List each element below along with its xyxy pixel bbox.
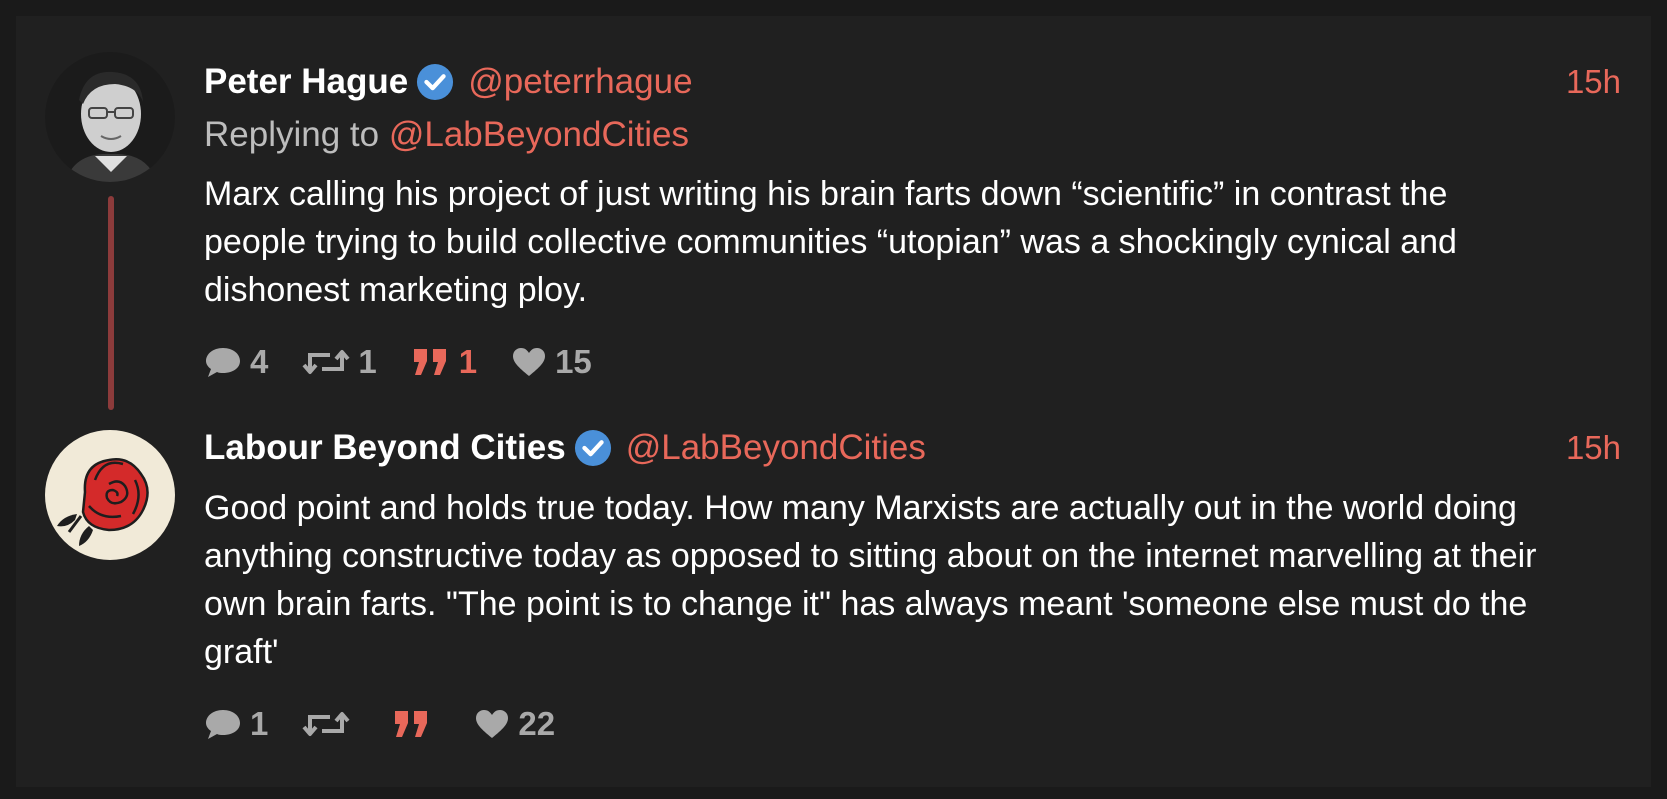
retweet-icon (302, 350, 350, 374)
author-handle[interactable]: @peterrhague (468, 62, 692, 102)
like-button[interactable]: 22 (474, 705, 555, 743)
speech-bubble-icon (206, 710, 240, 739)
author-name[interactable]: Labour Beyond Cities (204, 428, 566, 468)
quote-icon (395, 711, 428, 737)
tweet-text: Good point and holds true today. How man… (204, 489, 1537, 671)
avatar-labour-beyond-cities[interactable] (45, 430, 175, 560)
quote-icon (413, 349, 446, 375)
reply-count: 1 (250, 705, 269, 742)
like-count: 22 (518, 705, 556, 742)
retweet-count: 1 (358, 343, 377, 380)
tweet-timestamp[interactable]: 15h (1566, 63, 1621, 101)
author-handle[interactable]: @LabBeyondCities (626, 428, 926, 468)
reply-count: 4 (250, 343, 269, 380)
replying-to-label: Replying to (204, 115, 380, 154)
thread-panel: Peter Hague @peterrhague 15h Replying to… (16, 16, 1651, 787)
reply-button[interactable]: 4 (204, 343, 268, 381)
replying-to-handle[interactable]: @LabBeyondCities (389, 115, 689, 154)
tweet-content: Peter Hague @peterrhague 15h Replying to… (204, 56, 1621, 386)
speech-bubble-icon (206, 348, 240, 377)
tweet-content: Labour Beyond Cities @LabBeyondCities 15… (204, 422, 1621, 748)
thread-connector-line (108, 196, 114, 410)
tweet-header: Labour Beyond Cities @LabBeyondCities 15… (204, 422, 1621, 474)
verified-badge-icon (574, 429, 611, 467)
rose-logo-icon (45, 430, 175, 560)
tweet-text: Marx calling his project of just writing… (204, 175, 1457, 309)
retweet-button[interactable] (302, 707, 358, 741)
tweet-actions: 1 22 (204, 700, 1621, 748)
retweet-button[interactable]: 1 (302, 343, 377, 381)
tweet-timestamp[interactable]: 15h (1566, 429, 1621, 467)
quote-count: 1 (458, 343, 478, 380)
avatar-portrait-icon (45, 52, 175, 182)
author-name[interactable]: Peter Hague (204, 62, 408, 102)
reply-button[interactable]: 1 (204, 705, 268, 743)
like-button[interactable]: 15 (511, 343, 592, 381)
verified-badge-icon (417, 63, 454, 101)
heart-icon (513, 348, 546, 376)
quote-button[interactable]: 1 (411, 343, 477, 381)
quote-button[interactable] (392, 707, 440, 741)
avatar-peter-hague[interactable] (45, 52, 175, 182)
tweet-header: Peter Hague @peterrhague 15h (204, 56, 1621, 108)
retweet-icon (302, 712, 350, 736)
tweet-actions: 4 1 1 15 (204, 338, 1621, 386)
heart-icon (476, 710, 509, 738)
like-count: 15 (555, 343, 592, 380)
replying-to: Replying to @LabBeyondCities (204, 110, 1621, 160)
